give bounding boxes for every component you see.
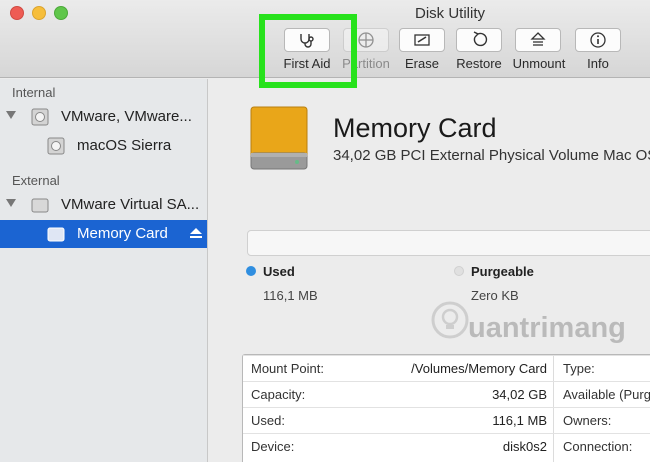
info-key: Mount Point: <box>251 361 324 376</box>
info-label: Info <box>587 56 609 71</box>
info-key-secondary: Connection: <box>563 439 633 454</box>
info-button[interactable] <box>575 28 621 52</box>
watermark-bulb-icon <box>431 301 469 339</box>
sidebar-item-label: macOS Sierra <box>77 137 172 154</box>
info-key-secondary: Available (Purge <box>563 387 650 402</box>
info-value: /Volumes/Memory Card <box>411 361 547 376</box>
minimize-window-button[interactable] <box>32 6 46 20</box>
sidebar: Internal VMware, VMware... macOS Sierra … <box>0 79 208 462</box>
memory-card-disk-icon <box>250 106 308 170</box>
disclosure-triangle-icon[interactable] <box>6 111 16 119</box>
sidebar-item-vmware-virtual[interactable]: VMware Virtual SA... <box>0 191 207 219</box>
external-volume-icon <box>47 227 65 242</box>
sidebar-item-label: Memory Card <box>77 225 168 242</box>
window-title: Disk Utility <box>415 5 485 22</box>
used-legend-dot <box>246 266 256 276</box>
main-panel: Memory Card 34,02 GB PCI External Physic… <box>209 79 650 462</box>
erase-label: Erase <box>405 56 439 71</box>
info-key: Device: <box>251 439 295 454</box>
unmount-button[interactable] <box>515 28 561 52</box>
info-key: Capacity: <box>251 387 306 402</box>
info-key-secondary: Owners: <box>563 413 612 428</box>
info-row: Capacity: 34,02 GB Available (Purge <box>243 381 650 407</box>
info-value: 116,1 MB <box>492 413 547 428</box>
used-legend-value: 116,1 MB <box>263 288 318 303</box>
purgeable-legend-dot <box>454 266 464 276</box>
unmount-label: Unmount <box>512 56 566 71</box>
restore-button[interactable] <box>456 28 502 52</box>
info-icon <box>590 32 606 48</box>
purgeable-legend-value: Zero KB <box>471 288 519 303</box>
sidebar-item-label: VMware Virtual SA... <box>61 196 200 213</box>
restore-icon <box>473 31 488 47</box>
partition-icon <box>358 32 374 48</box>
restore-label: Restore <box>456 56 502 71</box>
info-key-secondary: Type: <box>563 361 595 376</box>
info-table: Mount Point: /Volumes/Memory Card Type: … <box>242 354 650 462</box>
volume-icon <box>47 137 65 155</box>
erase-button[interactable] <box>399 28 445 52</box>
disk-title: Memory Card <box>333 113 497 143</box>
disk-subtitle: 34,02 GB PCI External Physical Volume Ma… <box>333 147 650 164</box>
used-legend-label: Used <box>263 264 295 279</box>
close-window-button[interactable] <box>10 6 24 20</box>
sidebar-item-macos-sierra[interactable]: macOS Sierra <box>0 132 207 160</box>
erase-icon <box>414 34 430 46</box>
disk-utility-window: Disk Utility First Aid Partition Erase R… <box>0 0 650 462</box>
info-row: Used: 116,1 MB Owners: <box>243 407 650 433</box>
zoom-window-button[interactable] <box>54 6 68 20</box>
info-value: 34,02 GB <box>492 387 547 402</box>
usage-bar <box>247 230 650 256</box>
info-row: Device: disk0s2 Connection: <box>243 433 650 459</box>
sidebar-item-memory-card[interactable]: Memory Card <box>0 220 207 248</box>
info-value: disk0s2 <box>502 439 547 454</box>
unmount-icon <box>530 32 546 46</box>
internal-disk-icon <box>31 108 49 126</box>
sidebar-item-vmware-disk[interactable]: VMware, VMware... <box>0 103 207 131</box>
sidebar-item-label: VMware, VMware... <box>61 108 192 125</box>
sidebar-section-internal: Internal <box>12 85 56 100</box>
external-disk-icon <box>31 198 49 213</box>
watermark-text: uantrimang <box>468 312 626 344</box>
info-key: Used: <box>251 413 285 428</box>
sidebar-section-external: External <box>12 173 60 188</box>
disclosure-triangle-icon[interactable] <box>6 199 16 207</box>
first-aid-highlight-box <box>259 14 357 88</box>
info-row: Mount Point: /Volumes/Memory Card Type: <box>243 355 650 381</box>
purgeable-legend-label: Purgeable <box>471 264 534 279</box>
eject-icon[interactable] <box>190 228 202 239</box>
